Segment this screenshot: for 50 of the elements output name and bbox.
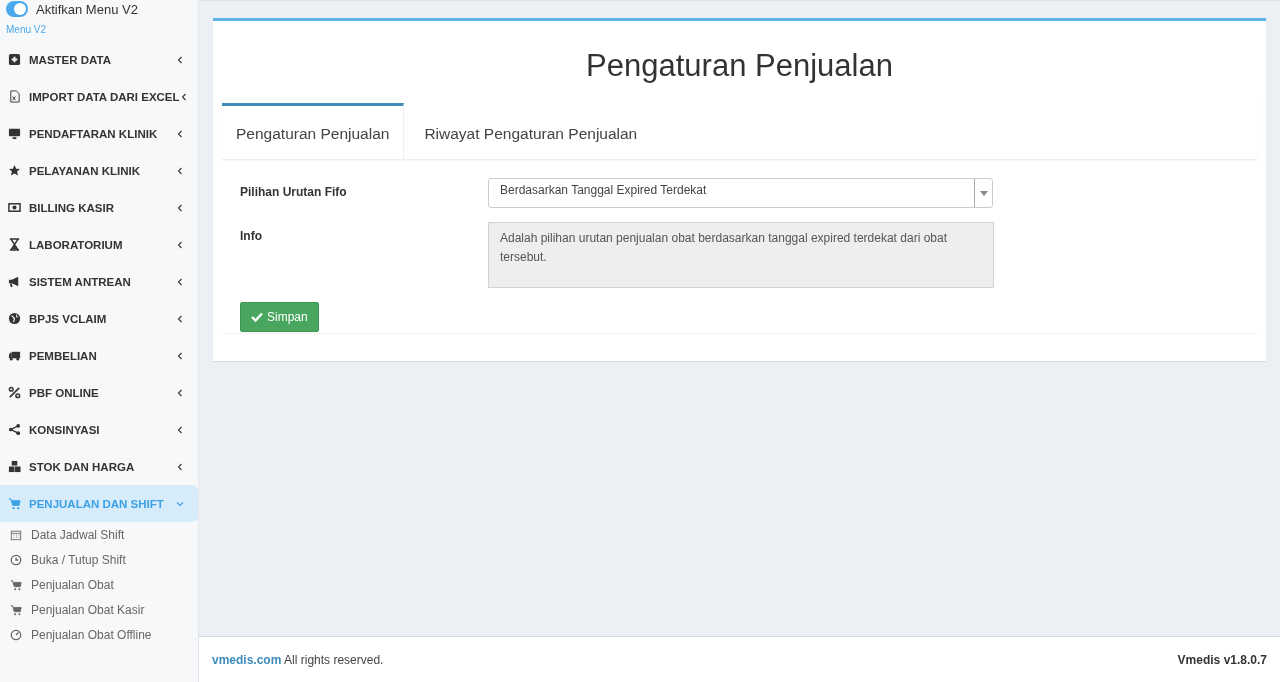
clock-icon	[10, 553, 22, 566]
site-link[interactable]: vmedis.com	[212, 652, 282, 667]
hourglass-icon	[8, 238, 21, 251]
sidebar-item[interactable]: MASTER DATA	[0, 41, 198, 78]
copyright-text: vmedis.com All rights reserved.	[212, 652, 384, 667]
sidebar-item[interactable]: PELAYANAN KLINIK	[0, 152, 198, 189]
cart-icon	[8, 497, 21, 510]
sidebar-item[interactable]: PENDAFTARAN KLINIK	[0, 115, 198, 152]
page-title: Pengaturan Penjualan	[585, 47, 894, 85]
cart-icon	[10, 578, 22, 591]
globe-icon	[8, 312, 21, 325]
field-label: Info	[240, 228, 263, 243]
tab[interactable]: Riwayat Pengaturan Penjualan	[404, 103, 652, 159]
monitor-icon	[8, 127, 21, 140]
sidebar-item[interactable]: KONSINYASI	[0, 411, 198, 448]
plus-square-icon	[8, 53, 21, 66]
share-icon	[8, 423, 21, 436]
toggle-label: Aktifkan Menu V2	[36, 1, 138, 17]
fifo-select[interactable]: Berdasarkan Tanggal Expired Terdekat	[488, 178, 993, 208]
sidebar-item[interactable]: BPJS VCLAIM	[0, 300, 198, 337]
cubes-icon	[8, 460, 21, 473]
field-label: Pilihan Urutan Fifo	[240, 184, 348, 199]
sidebar-item[interactable]: SISTEM ANTREAN	[0, 263, 198, 300]
tab[interactable]: Pengaturan Penjualan	[222, 103, 405, 159]
submenu-item[interactable]: Data Jadwal Shift	[0, 522, 198, 547]
caret-icon	[979, 190, 988, 196]
megaphone-icon	[8, 275, 21, 288]
sidebar-item[interactable]: PEMBELIAN	[0, 337, 198, 374]
sidebar-item[interactable]: LABORATORIUM	[0, 226, 198, 263]
submenu-item[interactable]: Penjualan Obat	[0, 572, 198, 597]
version-text: Vmedis v1.8.0.7	[1177, 652, 1267, 667]
info-textarea[interactable]: Adalah pilihan urutan penjualan obat berdasarkan tanggal expired terdekat dari obat tersebut.	[488, 222, 994, 288]
star-icon	[8, 164, 21, 177]
truck-icon	[8, 349, 21, 362]
percent-icon	[8, 386, 21, 399]
sidebar-item[interactable]: PBF ONLINE	[0, 374, 198, 411]
money-icon	[8, 201, 21, 214]
sidebar-item[interactable]: BILLING KASIR	[0, 189, 198, 226]
submenu-item[interactable]: Penjualan Obat Kasir	[0, 597, 198, 622]
sidebar-item[interactable]: IMPORT DATA DARI EXCEL	[0, 78, 198, 115]
check-icon	[251, 312, 263, 322]
section-label: Menu V2	[5, 23, 48, 37]
gauge-icon	[10, 628, 22, 641]
cart-icon	[10, 603, 22, 616]
spreadsheet-file-icon	[8, 90, 21, 103]
submenu-item[interactable]: Penjualan Obat Offline	[0, 622, 198, 647]
toggle-switch[interactable]	[6, 1, 28, 17]
calendar-icon	[10, 528, 22, 541]
submenu-item[interactable]: Buka / Tutup Shift	[0, 547, 198, 572]
sidebar-item[interactable]: STOK DAN HARGA	[0, 448, 198, 485]
